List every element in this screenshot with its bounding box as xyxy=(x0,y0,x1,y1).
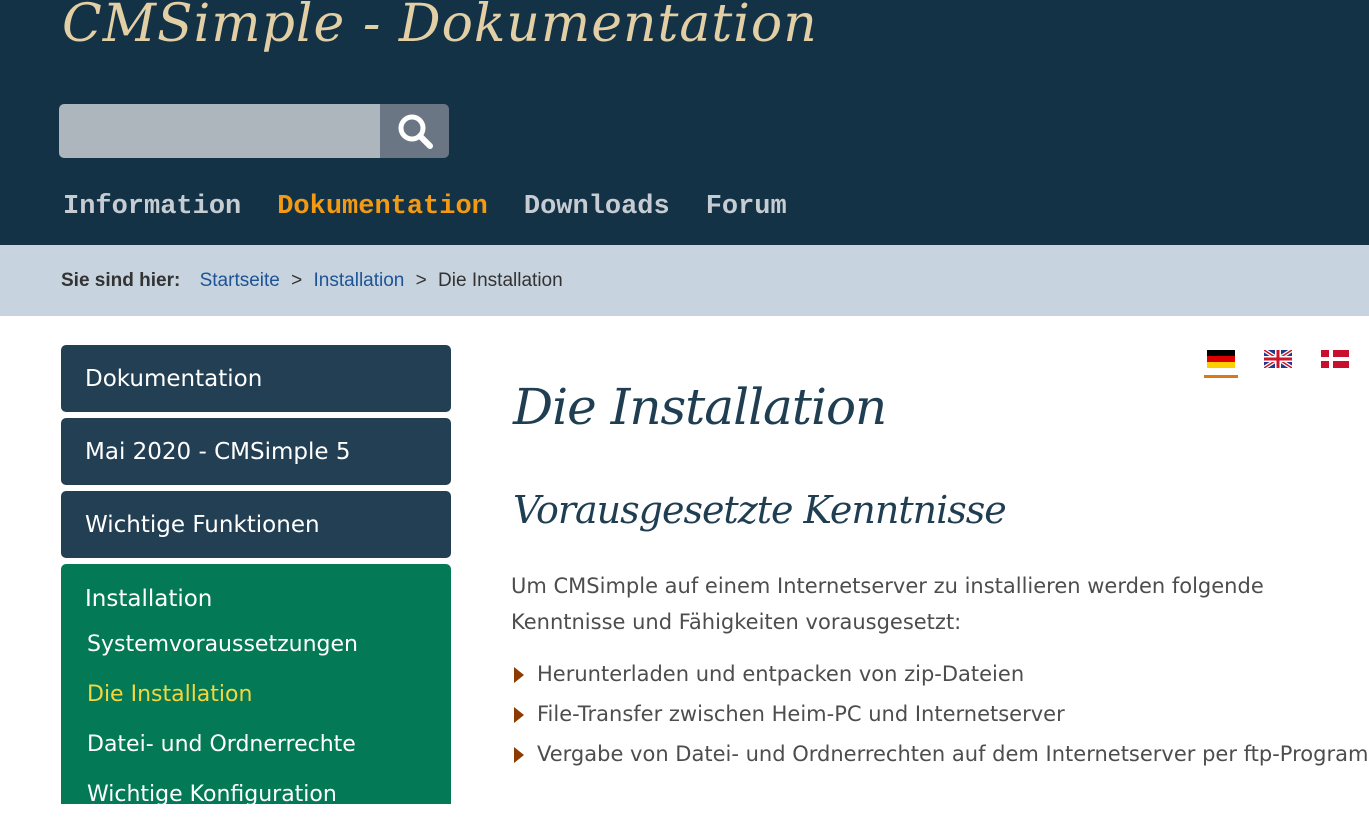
sidebar-subitem-wichtige-konfiguration[interactable]: Wichtige Konfiguration xyxy=(61,770,451,820)
search-icon xyxy=(398,114,433,149)
sidebar-item-installation-expanded: Installation Systemvoraussetzungen Die I… xyxy=(61,564,451,807)
sidebar-subitem-systemvoraussetzungen[interactable]: Systemvoraussetzungen xyxy=(61,620,451,670)
breadcrumb-separator: > xyxy=(415,270,427,291)
sidebar-item-dokumentation[interactable]: Dokumentation xyxy=(61,345,451,412)
nav-forum[interactable]: Forum xyxy=(706,192,787,222)
requirements-list: Herunterladen und entpacken von zip-Date… xyxy=(511,656,1369,776)
bullet-arrow-icon xyxy=(514,747,524,763)
site-title[interactable]: CMSimple - Dokumentation xyxy=(62,0,818,54)
list-item: File-Transfer zwischen Heim-PC und Inter… xyxy=(511,696,1369,736)
sidebar-menu: Dokumentation Mai 2020 - CMSimple 5 Wich… xyxy=(61,345,451,807)
search-input[interactable] xyxy=(59,104,380,158)
sidebar-submenu: Systemvoraussetzungen Die Installation D… xyxy=(61,620,451,820)
danish-flag-icon[interactable] xyxy=(1321,350,1349,368)
sidebar-subitem-datei-ordnerrechte[interactable]: Datei- und Ordnerrechte xyxy=(61,720,451,770)
breadcrumb-label: Sie sind hier: xyxy=(61,270,181,291)
search-box xyxy=(59,104,449,158)
breadcrumb-bar: Sie sind hier: Startseite > Installation… xyxy=(0,245,1369,316)
bullet-arrow-icon xyxy=(514,667,524,683)
site-header: CMSimple - Dokumentation Information Dok… xyxy=(0,0,1369,245)
breadcrumb-link-installation[interactable]: Installation xyxy=(314,270,405,291)
breadcrumb-current: Die Installation xyxy=(438,270,563,291)
bullet-arrow-icon xyxy=(514,707,524,723)
breadcrumb-link-startseite[interactable]: Startseite xyxy=(200,270,280,291)
search-button[interactable] xyxy=(380,104,449,158)
sidebar-item-wichtige-funktionen[interactable]: Wichtige Funktionen xyxy=(61,491,451,558)
sidebar-item-mai-2020[interactable]: Mai 2020 - CMSimple 5 xyxy=(61,418,451,485)
main-nav: Information Dokumentation Downloads Foru… xyxy=(63,192,787,222)
breadcrumb-separator: > xyxy=(291,270,303,291)
nav-downloads[interactable]: Downloads xyxy=(524,192,670,222)
list-item: Herunterladen und entpacken von zip-Date… xyxy=(511,656,1369,696)
nav-information[interactable]: Information xyxy=(63,192,241,222)
nav-dokumentation[interactable]: Dokumentation xyxy=(277,192,488,222)
list-item: Vergabe von Datei- und Ordnerrechten auf… xyxy=(511,736,1369,776)
uk-flag-icon[interactable] xyxy=(1264,350,1292,368)
section-title: Vorausgesetzte Kenntnisse xyxy=(513,488,1007,532)
german-flag-icon[interactable] xyxy=(1207,350,1235,368)
page-title: Die Installation xyxy=(513,378,887,436)
selected-language-indicator xyxy=(1204,375,1238,378)
intro-paragraph: Um CMSimple auf einem Internetserver zu … xyxy=(511,574,1264,634)
breadcrumb: Sie sind hier: Startseite > Installation… xyxy=(61,270,563,292)
sidebar-item-installation[interactable]: Installation xyxy=(61,584,451,614)
sidebar-subitem-die-installation[interactable]: Die Installation xyxy=(61,670,451,720)
